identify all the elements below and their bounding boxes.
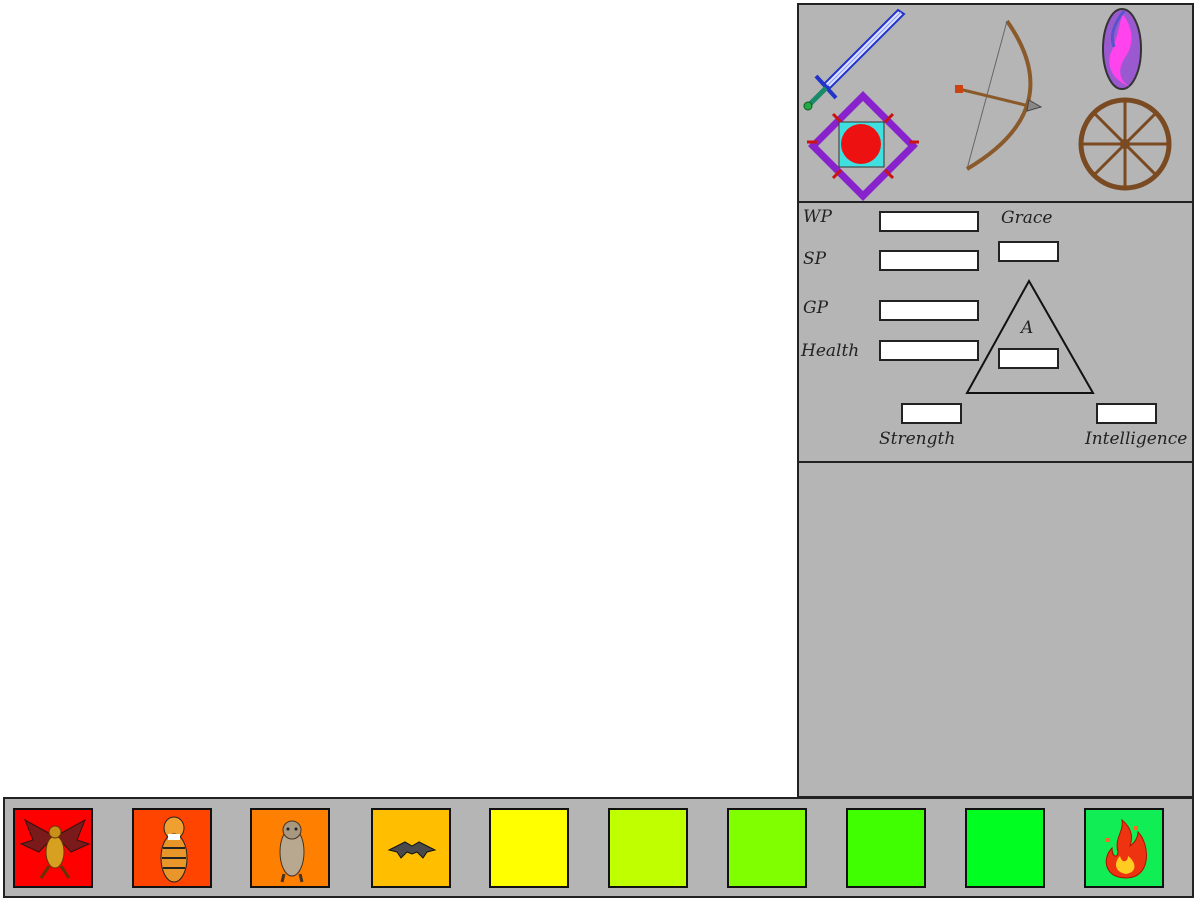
strength-label: Strength (879, 429, 956, 449)
creature-slot-5[interactable] (489, 808, 569, 888)
stats-panel: WP SP GP Health Grace A Strength Intelli… (797, 201, 1194, 463)
creature-slot-6[interactable] (608, 808, 688, 888)
info-panel (797, 461, 1194, 798)
bat-icon (387, 841, 437, 859)
wp-field[interactable] (879, 211, 979, 232)
creature-bar (3, 797, 1194, 898)
grace-label: Grace (1001, 208, 1053, 228)
equipment-panel (797, 3, 1194, 203)
creature-slot-1[interactable] (13, 808, 93, 888)
triangle-field[interactable] (998, 348, 1059, 369)
boar-icon (279, 820, 305, 883)
creature-slot-9[interactable] (965, 808, 1045, 888)
health-label: Health (801, 341, 860, 361)
health-field[interactable] (879, 340, 979, 361)
intelligence-label: Intelligence (1085, 429, 1188, 449)
strength-field[interactable] (901, 403, 962, 424)
creature-slot-4[interactable] (371, 808, 451, 888)
grace-field[interactable] (998, 241, 1059, 262)
creature-slot-8[interactable] (846, 808, 926, 888)
sp-label: SP (803, 249, 827, 269)
bow-icon[interactable] (949, 19, 1049, 174)
dragon-icon (19, 818, 91, 879)
creature-slot-3[interactable] (250, 808, 330, 888)
creature-slot-2[interactable] (132, 808, 212, 888)
wp-label: WP (803, 207, 832, 227)
creature-slot-7[interactable] (727, 808, 807, 888)
creature-slot-10[interactable] (1084, 808, 1164, 888)
gem-icon[interactable] (1100, 7, 1145, 92)
wheel-icon[interactable] (1075, 94, 1175, 194)
tiger-icon (160, 816, 188, 883)
gp-label: GP (803, 298, 829, 318)
sp-field[interactable] (879, 250, 979, 271)
gp-field[interactable] (879, 300, 979, 321)
amulet-icon[interactable] (807, 91, 919, 202)
triangle-label: A (1021, 318, 1034, 338)
fire-elemental-icon (1105, 818, 1147, 879)
game-viewport[interactable] (0, 0, 796, 796)
intelligence-field[interactable] (1096, 403, 1157, 424)
